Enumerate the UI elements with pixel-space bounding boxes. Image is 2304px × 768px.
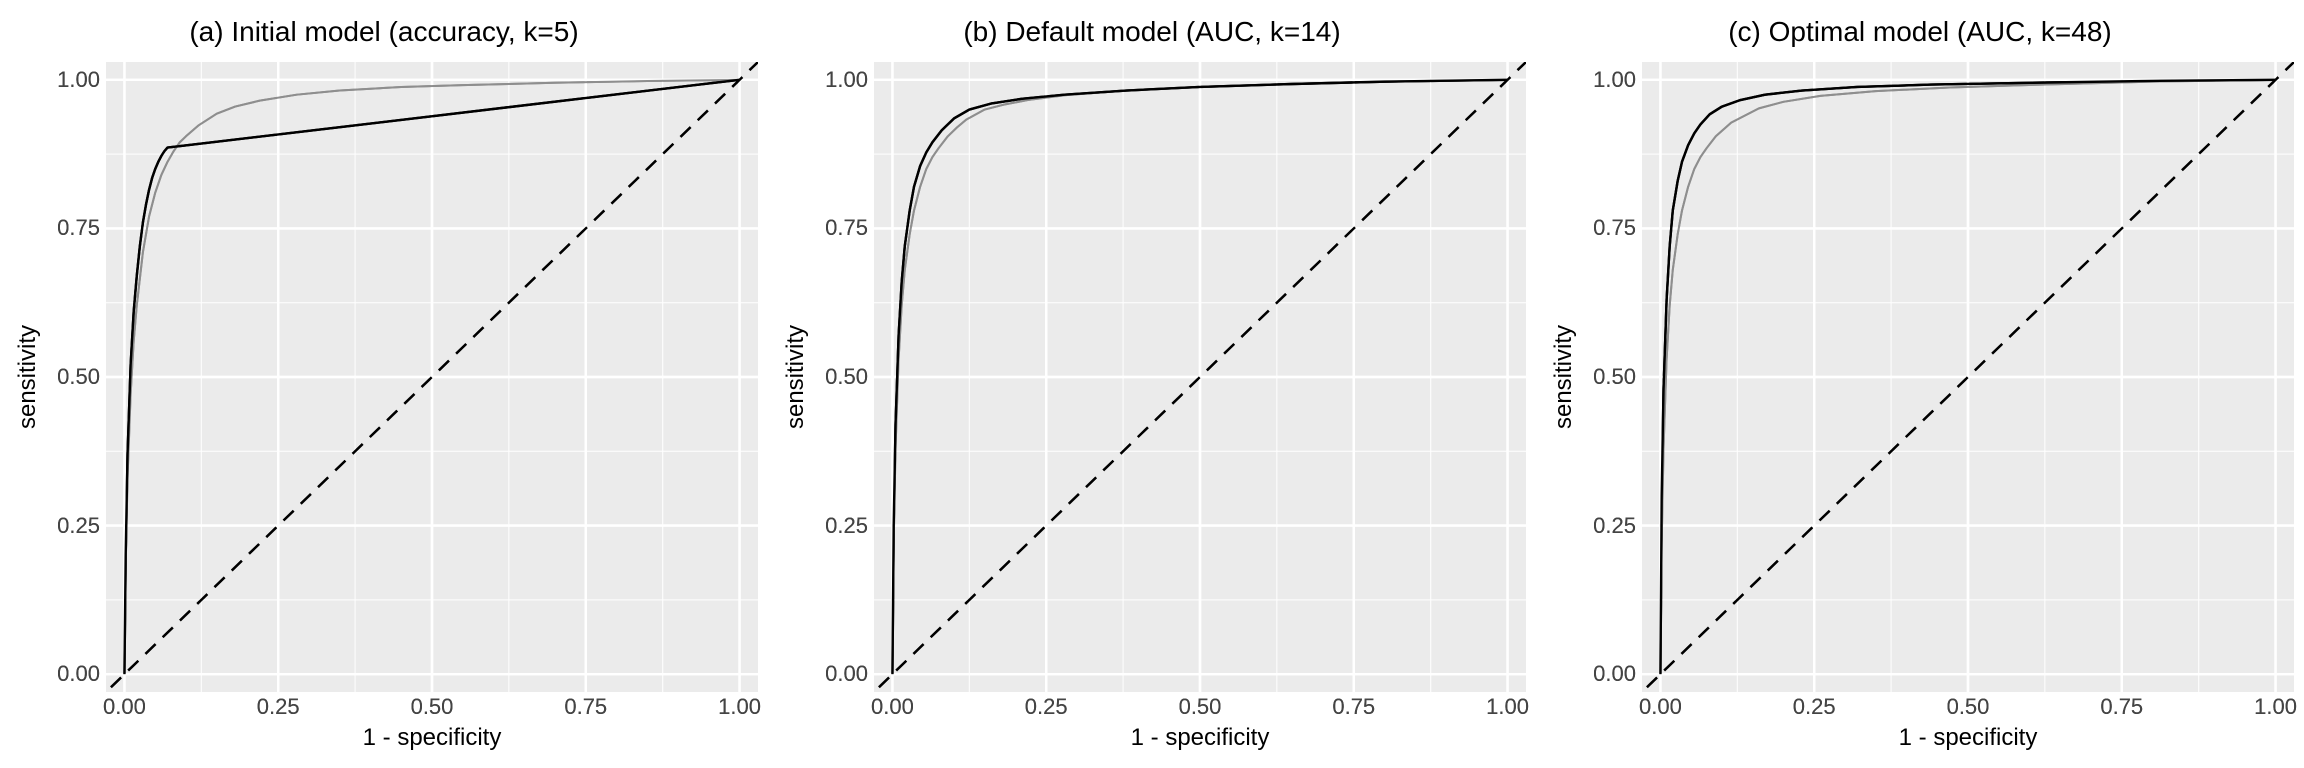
panel-c-ylab-box: sensitivity bbox=[1546, 62, 1582, 692]
roc-figure: (a) Initial model (accuracy, k=5) sensit… bbox=[0, 0, 2304, 768]
y-tick-label: 0.25 bbox=[46, 513, 100, 539]
x-tick-label: 0.00 bbox=[1639, 694, 1682, 720]
x-tick-label: 0.50 bbox=[411, 694, 454, 720]
panel-c-ylabel: sensitivity bbox=[1550, 325, 1578, 429]
panel-b-xtick-row-wrap: 0.000.250.500.751.000.000.250.500.751.00 bbox=[778, 692, 1526, 722]
panel-a-title: (a) Initial model (accuracy, k=5) bbox=[10, 16, 758, 48]
x-tick-label: 1.00 bbox=[1486, 694, 1529, 720]
panel-b-ylab-box: sensitivity bbox=[778, 62, 814, 692]
panel-c-xlabel: 1 - specificity bbox=[1642, 722, 2294, 758]
y-tick-label: 0.50 bbox=[46, 364, 100, 390]
x-tick-label: 0.25 bbox=[1793, 694, 1836, 720]
x-tick-label: 0.50 bbox=[1947, 694, 1990, 720]
x-tick-label: 0.50 bbox=[1179, 694, 1222, 720]
x-tick-label: 0.75 bbox=[564, 694, 607, 720]
x-tick-label: 0.25 bbox=[1025, 694, 1068, 720]
panel-a-yticks: 0.000.250.500.751.000.000.250.500.751.00 bbox=[46, 62, 106, 692]
panel-a-plot-area bbox=[106, 62, 758, 692]
y-tick-label: 0.00 bbox=[1582, 661, 1636, 687]
x-tick-label: 0.75 bbox=[2100, 694, 2143, 720]
y-tick-label: 0.75 bbox=[1582, 215, 1636, 241]
panel-b: (b) Default model (AUC, k=14) sensitivit… bbox=[768, 0, 1536, 768]
y-tick-label: 0.00 bbox=[46, 661, 100, 687]
panel-b-plot-row: sensitivity 0.000.250.500.751.000.000.25… bbox=[778, 62, 1526, 692]
y-tick-label: 0.00 bbox=[814, 661, 868, 687]
panel-c: (c) Optimal model (AUC, k=48) sensitivit… bbox=[1536, 0, 2304, 768]
panel-b-yticks: 0.000.250.500.751.000.000.250.500.751.00 bbox=[814, 62, 874, 692]
panel-a: (a) Initial model (accuracy, k=5) sensit… bbox=[0, 0, 768, 768]
panel-c-xticks: 0.000.250.500.751.000.000.250.500.751.00 bbox=[1642, 692, 2294, 722]
panel-c-xtick-row-wrap: 0.000.250.500.751.000.000.250.500.751.00 bbox=[1546, 692, 2294, 722]
panel-a-plot-row: sensitivity 0.000.250.500.751.000.000.25… bbox=[10, 62, 758, 692]
x-tick-label: 0.75 bbox=[1332, 694, 1375, 720]
x-tick-label: 0.00 bbox=[103, 694, 146, 720]
y-tick-label: 0.50 bbox=[814, 364, 868, 390]
panel-a-xtick-row-wrap: 0.000.250.500.751.000.000.250.500.751.00 bbox=[10, 692, 758, 722]
panel-b-xlab-row-wrap: 1 - specificity bbox=[778, 722, 1526, 758]
panel-b-xlabel: 1 - specificity bbox=[874, 722, 1526, 758]
y-tick-label: 1.00 bbox=[46, 67, 100, 93]
panel-b-ylabel: sensitivity bbox=[782, 325, 810, 429]
panel-a-xticks: 0.000.250.500.751.000.000.250.500.751.00 bbox=[106, 692, 758, 722]
panel-a-ylabel: sensitivity bbox=[14, 325, 42, 429]
y-tick-label: 0.25 bbox=[1582, 513, 1636, 539]
panel-b-xticks: 0.000.250.500.751.000.000.250.500.751.00 bbox=[874, 692, 1526, 722]
y-tick-label: 1.00 bbox=[814, 67, 868, 93]
x-tick-label: 0.25 bbox=[257, 694, 300, 720]
y-tick-label: 1.00 bbox=[1582, 67, 1636, 93]
panel-c-xlab-row-wrap: 1 - specificity bbox=[1546, 722, 2294, 758]
y-tick-label: 0.75 bbox=[814, 215, 868, 241]
panel-b-title: (b) Default model (AUC, k=14) bbox=[778, 16, 1526, 48]
y-tick-label: 0.50 bbox=[1582, 364, 1636, 390]
x-tick-label: 0.00 bbox=[871, 694, 914, 720]
panel-c-yticks: 0.000.250.500.751.000.000.250.500.751.00 bbox=[1582, 62, 1642, 692]
panel-a-xlabel: 1 - specificity bbox=[106, 722, 758, 758]
panel-c-plot-area bbox=[1642, 62, 2294, 692]
panel-c-title: (c) Optimal model (AUC, k=48) bbox=[1546, 16, 2294, 48]
panel-a-xlab-row-wrap: 1 - specificity bbox=[10, 722, 758, 758]
x-tick-label: 1.00 bbox=[2254, 694, 2297, 720]
panel-a-ylab-box: sensitivity bbox=[10, 62, 46, 692]
panel-b-plot-area bbox=[874, 62, 1526, 692]
x-tick-label: 1.00 bbox=[718, 694, 761, 720]
panel-c-plot-row: sensitivity 0.000.250.500.751.000.000.25… bbox=[1546, 62, 2294, 692]
y-tick-label: 0.75 bbox=[46, 215, 100, 241]
y-tick-label: 0.25 bbox=[814, 513, 868, 539]
